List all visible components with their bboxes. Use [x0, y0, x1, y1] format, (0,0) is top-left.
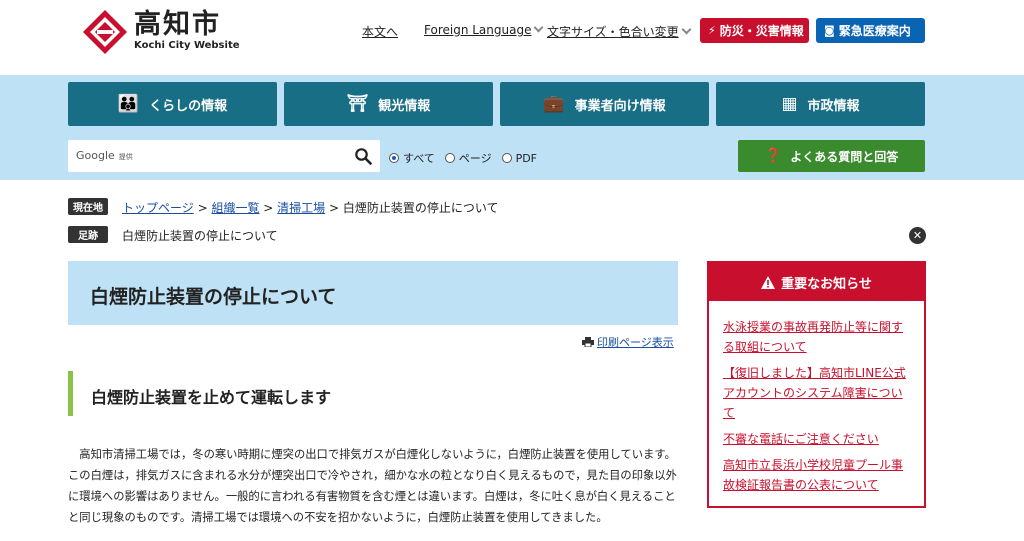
notice-list: 水泳授業の事故再発防止等に関する取組について 【復旧しました】高知市LINE公式…	[709, 301, 924, 495]
briefcase-icon: 💼	[543, 94, 565, 114]
search-brand-name: Google	[76, 149, 115, 162]
nav-living-info[interactable]: 👪 くらしの情報	[68, 82, 277, 126]
scope-pdf-label: PDF	[515, 151, 538, 165]
search-icon[interactable]	[354, 147, 372, 165]
scope-all-label: すべて	[403, 152, 435, 165]
faq-button[interactable]: ❓ よくある質問と回答	[738, 140, 925, 172]
breadcrumb-current: 白煙防止装置の停止について	[342, 201, 499, 215]
notice-item[interactable]: 高知市立長浜小学校児童プール事故検証報告書の公表について	[723, 455, 910, 495]
text-size-color-link[interactable]: 文字サイズ・色合い変更	[547, 23, 692, 40]
history-label: 足跡	[68, 226, 108, 243]
notice-header: 重要なお知らせ	[709, 263, 924, 301]
close-icon: ✕	[912, 229, 923, 242]
breadcrumb-separator: >	[325, 201, 343, 215]
scope-pdf-option[interactable]: PDF	[501, 151, 538, 165]
nav-living-label: くらしの情報	[149, 98, 228, 114]
foreign-language-link[interactable]: Foreign Language	[424, 22, 544, 37]
disaster-info-label: 防災・災害情報	[719, 24, 804, 38]
notice-item[interactable]: 不審な電話にご注意ください	[723, 429, 910, 449]
chevron-down-icon	[681, 24, 692, 35]
section-heading-text: 白煙防止装置を止めて運転します	[91, 388, 332, 407]
print-page-link[interactable]: 印刷ページ表示	[582, 334, 674, 350]
body-paragraph: 高知市清掃工場では，冬の寒い時期に煙突の出口で排気ガスが白煙化しないように，白煙…	[68, 448, 677, 524]
notice-title: 重要なお知らせ	[781, 276, 872, 292]
site-header: 高知市 Kochi City Website 本文へ Foreign Langu…	[0, 0, 1024, 75]
nav-business-info[interactable]: 💼 事業者向け情報	[500, 82, 709, 126]
disaster-info-button[interactable]: ⚡ 防災・災害情報	[700, 18, 809, 43]
building-icon: ▦	[781, 94, 798, 114]
search-provider: Google 提供	[76, 149, 133, 162]
radio-icon	[444, 153, 455, 163]
site-logo[interactable]: 高知市 Kochi City Website	[82, 9, 240, 55]
ambulance-light-icon: ◙	[824, 24, 835, 37]
emergency-medical-label: 緊急医療案内	[838, 24, 911, 38]
faq-label: よくある質問と回答	[790, 149, 899, 164]
nav-business-label: 事業者向け情報	[574, 98, 666, 114]
notice-item[interactable]: 【復旧しました】高知市LINE公式アカウントのシステム障害について	[723, 363, 910, 423]
history-item[interactable]: 白煙防止装置の停止について	[122, 227, 278, 244]
nav-tourism-label: 観光情報	[378, 98, 431, 114]
breadcrumb-top[interactable]: トップページ	[122, 201, 194, 215]
search-brand-small: 提供	[118, 153, 133, 161]
tourism-icon: ⛩	[346, 94, 369, 114]
siren-icon: ⚡	[708, 24, 716, 37]
nav-city-admin-info[interactable]: ▦ 市政情報	[716, 82, 925, 126]
important-notice-panel: 重要なお知らせ 水泳授業の事故再発防止等に関する取組について 【復旧しました】高…	[707, 261, 926, 508]
radio-selected-icon	[389, 153, 399, 163]
current-location-label: 現在地	[68, 198, 108, 215]
notice-item[interactable]: 水泳授業の事故再発防止等に関する取組について	[723, 317, 910, 357]
breadcrumb-cleaning-plant[interactable]: 清掃工場	[277, 201, 325, 215]
warning-icon	[761, 275, 776, 289]
question-icon: ❓	[764, 148, 783, 164]
print-page-label: 印刷ページ表示	[597, 336, 674, 349]
close-history-button[interactable]: ✕	[909, 227, 926, 244]
emergency-medical-button[interactable]: ◙ 緊急医療案内	[816, 18, 925, 43]
page-title-box: 白煙防止装置の停止について	[68, 261, 678, 325]
scope-page-label: ページ	[458, 152, 492, 165]
foreign-language-label: Foreign Language	[424, 23, 532, 37]
breadcrumb-separator: >	[193, 201, 212, 215]
city-emblem-icon	[83, 10, 127, 54]
skip-to-content-link[interactable]: 本文へ	[362, 23, 398, 40]
breadcrumb-organization[interactable]: 組織一覧	[211, 201, 259, 215]
site-search: Google 提供	[68, 140, 380, 172]
page-title: 白煙防止装置の停止について	[90, 286, 337, 308]
scope-all-option[interactable]: すべて	[389, 150, 435, 166]
logo-title: 高知市	[134, 9, 221, 40]
scope-page-option[interactable]: ページ	[444, 150, 492, 166]
family-icon: 👪	[117, 94, 140, 114]
printer-icon	[582, 337, 594, 347]
search-input[interactable]	[138, 144, 338, 168]
section-heading: 白煙防止装置を止めて運転します	[68, 371, 678, 416]
logo-subtitle: Kochi City Website	[134, 40, 240, 51]
radio-icon	[501, 153, 512, 163]
chevron-down-icon	[534, 22, 544, 33]
search-scope-options: すべて ページ PDF	[389, 150, 547, 166]
text-size-color-label: 文字サイズ・色合い変更	[547, 25, 679, 39]
breadcrumb: トップページ > 組織一覧 > 清掃工場 > 白煙防止装置の停止について	[122, 199, 499, 216]
breadcrumb-separator: >	[259, 201, 278, 215]
nav-city-admin-label: 市政情報	[807, 98, 860, 114]
nav-tourism-info[interactable]: ⛩ 観光情報	[284, 82, 493, 126]
